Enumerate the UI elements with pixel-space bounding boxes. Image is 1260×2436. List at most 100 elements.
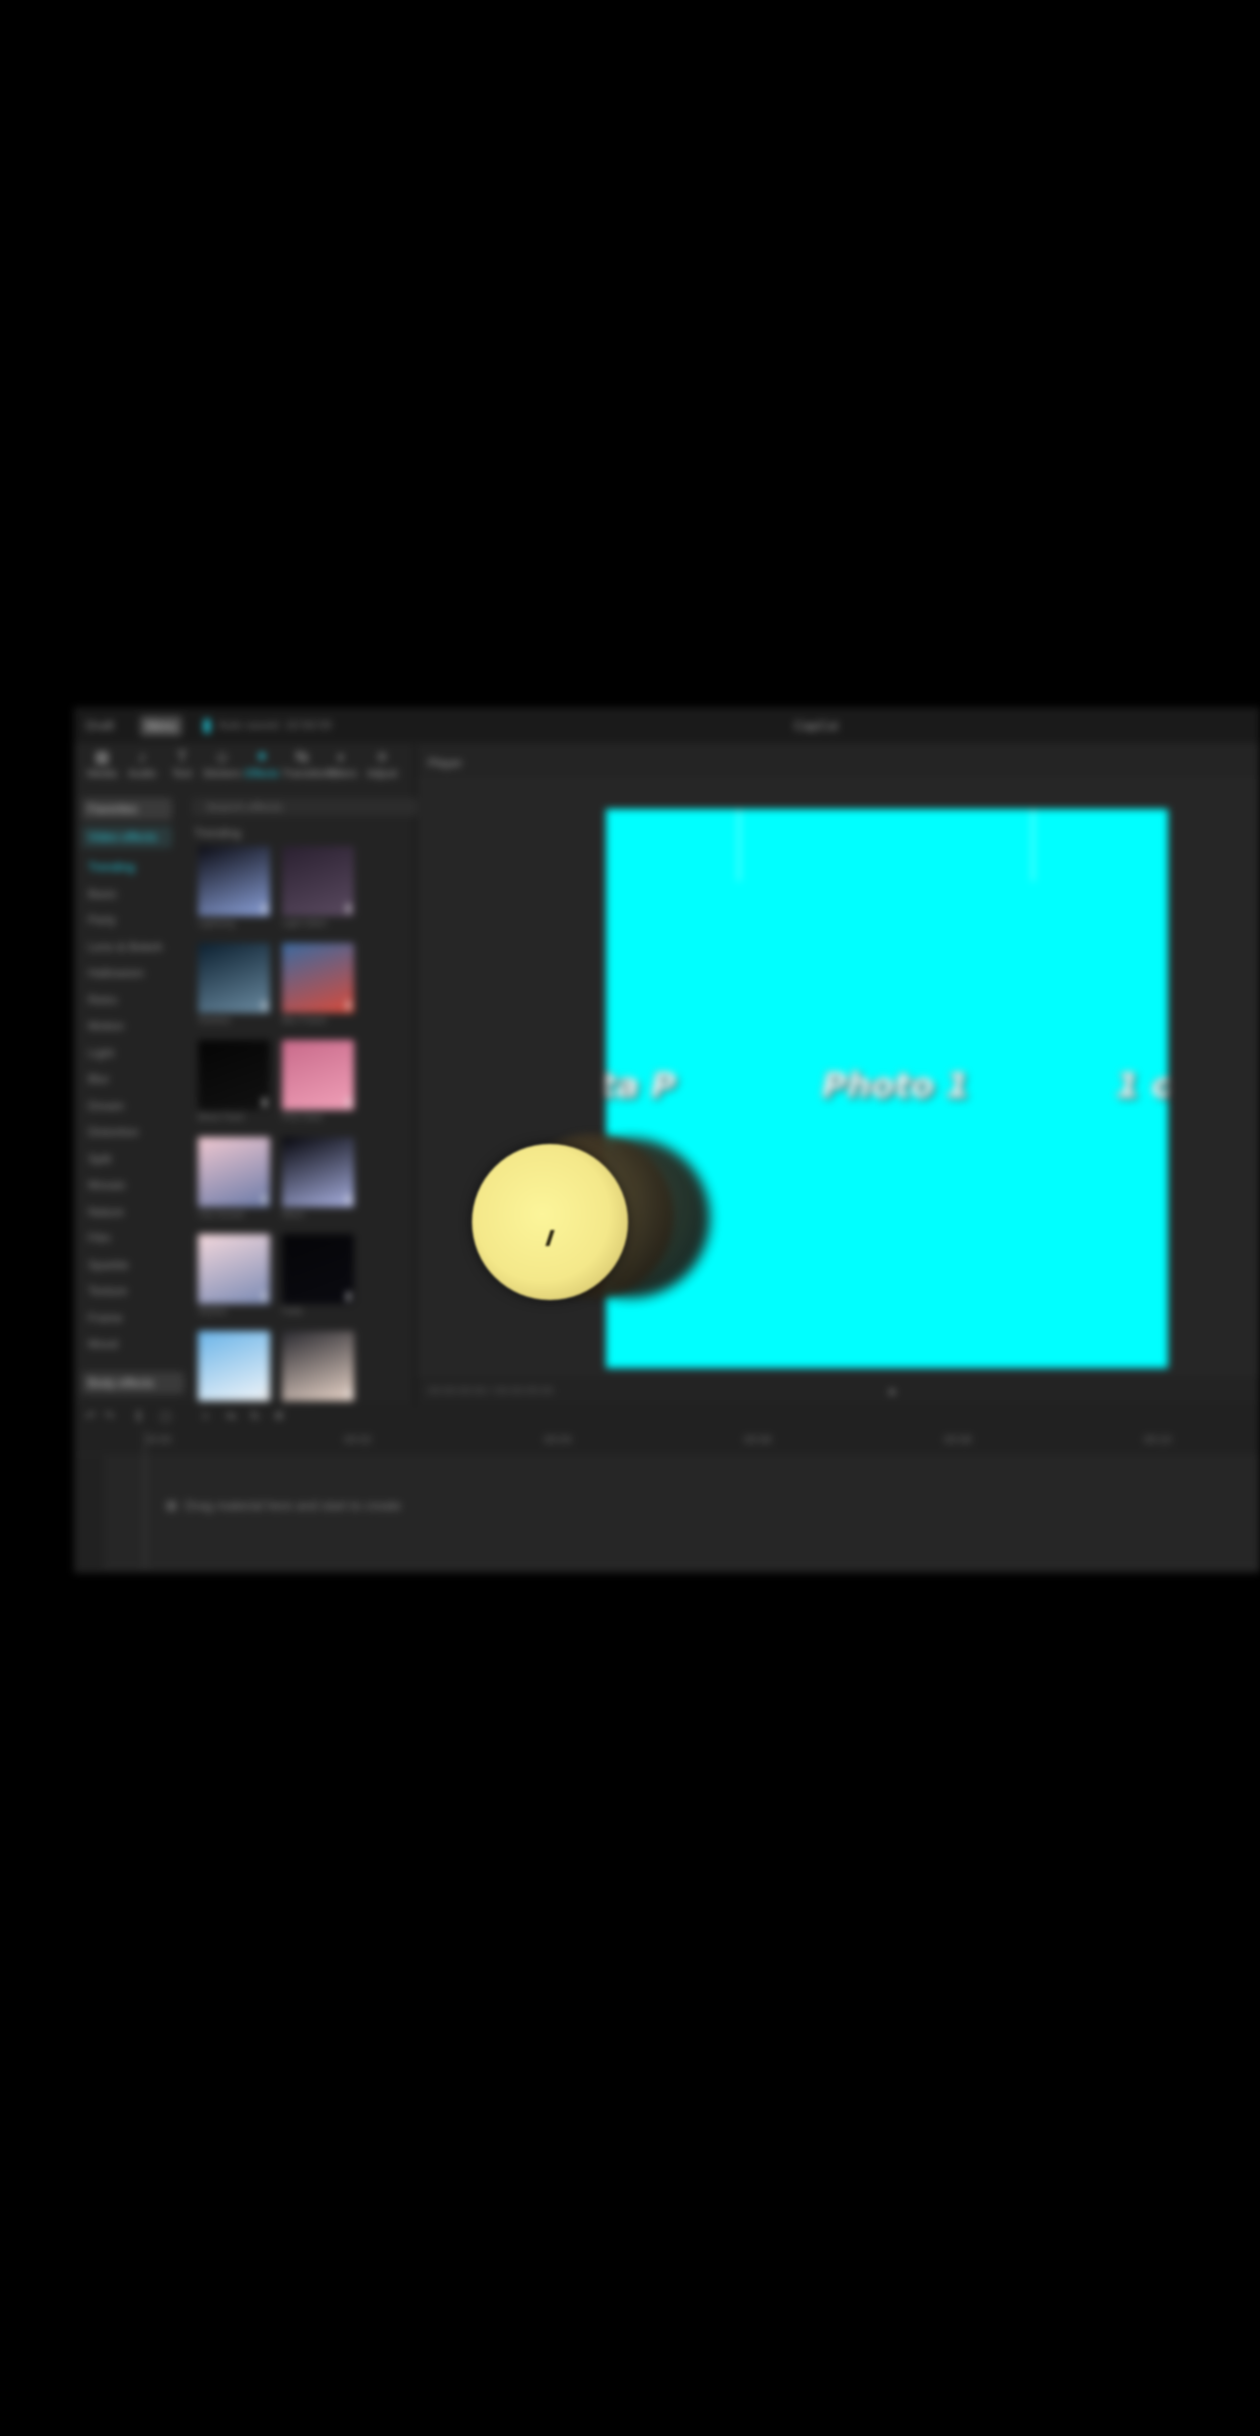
effect-caption: Light Glitch xyxy=(282,918,328,928)
playhead[interactable] xyxy=(144,1430,146,1570)
timeline-scrollbar[interactable] xyxy=(104,1564,1260,1567)
timeline-ruler[interactable]: 00:00 00:02 00:04 00:06 00:08 00:10 xyxy=(74,1428,1260,1455)
download-icon[interactable] xyxy=(347,1001,350,1010)
download-icon[interactable] xyxy=(263,1098,266,1107)
photo-label-center: Photo 1 xyxy=(822,1066,970,1106)
tab-text[interactable]: T Text xyxy=(162,748,202,788)
section-label: Trending xyxy=(194,826,241,840)
photo-label-right: 1 o xyxy=(1116,1066,1168,1106)
download-icon[interactable] xyxy=(347,1195,350,1204)
guide-line xyxy=(1032,809,1034,881)
category-item[interactable]: Frame xyxy=(82,1305,172,1332)
category-item[interactable]: Basic xyxy=(82,881,172,908)
category-item[interactable]: Texture xyxy=(82,1278,172,1305)
effect-thumbnail[interactable] xyxy=(282,1040,354,1110)
ruler-tick: 00:10 xyxy=(1144,1434,1172,1446)
effect-thumbnail[interactable] xyxy=(198,1234,270,1304)
category-item[interactable]: Split xyxy=(82,1146,172,1173)
search-input[interactable]: Search effects xyxy=(192,798,416,816)
category-item[interactable]: Blur xyxy=(82,1066,172,1093)
tab-transitions[interactable]: ⇆ Transitions xyxy=(282,748,335,788)
delete-icon[interactable]: ▢ xyxy=(160,1409,171,1423)
effect-thumbnail[interactable] xyxy=(282,846,354,916)
project-name[interactable]: Draft xyxy=(86,718,114,733)
download-icon[interactable] xyxy=(347,1098,350,1107)
category-item[interactable]: Mosaic xyxy=(82,1172,172,1199)
category-item[interactable]: Halloween xyxy=(82,960,172,987)
download-icon[interactable] xyxy=(263,1001,266,1010)
category-item[interactable]: Nature xyxy=(82,1199,172,1226)
adjust-icon: ≡ xyxy=(377,749,387,766)
timeline: ↶ ↷ ⫼ ▢ ⌗ ⇋ ↻ ❄ 00:00 00:02 00:04 00:06 … xyxy=(74,1406,1260,1573)
rotate-icon[interactable]: ↻ xyxy=(250,1409,260,1423)
tab-stickers[interactable]: ☺ Stickers xyxy=(202,748,242,788)
category-item[interactable]: Sparkle xyxy=(82,1252,172,1279)
effect-thumbnail[interactable] xyxy=(282,1137,354,1207)
effect-thumbnail[interactable] xyxy=(198,1040,270,1110)
redo-icon[interactable]: ↷ xyxy=(104,1409,114,1423)
effect-caption: Moon xyxy=(282,1209,305,1219)
touch-cursor xyxy=(470,1128,710,1308)
category-video-effects[interactable]: Video effects xyxy=(82,826,172,848)
effect-thumbnail[interactable] xyxy=(282,1234,354,1304)
download-icon[interactable] xyxy=(347,904,350,913)
menu-button[interactable]: Menu xyxy=(140,716,183,736)
effect-caption: Skyline xyxy=(198,1306,228,1316)
tab-adjust[interactable]: ≡ Adjust xyxy=(362,748,402,788)
category-item[interactable]: Party xyxy=(82,907,172,934)
category-item[interactable]: Mood xyxy=(82,1331,172,1358)
effect-thumbnail[interactable] xyxy=(198,1331,270,1401)
effects-icon: ✦ xyxy=(255,749,269,766)
category-item[interactable]: Motion xyxy=(82,1013,172,1040)
mirror-icon[interactable]: ⇋ xyxy=(226,1409,236,1423)
freeze-icon[interactable]: ❄ xyxy=(274,1409,284,1423)
category-favorites[interactable]: Favorites xyxy=(82,798,172,820)
category-body-effects[interactable]: Body effects xyxy=(82,1372,184,1394)
tab-audio[interactable]: ♪ Audio xyxy=(122,748,162,788)
download-icon[interactable] xyxy=(263,1389,266,1398)
timeline-hint-text: Drag material here and start to create xyxy=(184,1498,401,1513)
tab-media[interactable]: ▦ Media xyxy=(82,748,122,788)
download-icon[interactable] xyxy=(263,904,266,913)
autosave-icon xyxy=(204,719,210,733)
tab-label: Stickers xyxy=(202,768,242,780)
tab-label: Adjust xyxy=(366,768,398,780)
tab-effects[interactable]: ✦ Effects xyxy=(242,748,282,788)
player-label: Player xyxy=(428,756,463,770)
tab-filters[interactable]: ◐ Filters xyxy=(322,748,362,788)
tab-label: Filters xyxy=(327,768,357,780)
category-item[interactable]: Retro xyxy=(82,987,172,1014)
tab-label: Effects xyxy=(245,768,279,780)
effect-caption: Pink Glow xyxy=(282,1112,323,1122)
effect-thumbnail[interactable] xyxy=(198,1137,270,1207)
effect-thumbnail[interactable] xyxy=(198,846,270,916)
category-list: Favorites Video effects Trending Basic P… xyxy=(82,798,172,1358)
preview-footer: 00:00:00:00 / 00:00:05:00 ▸ xyxy=(416,1379,1260,1404)
category-item[interactable]: Distortion xyxy=(82,1119,172,1146)
ruler-tick: 00:04 xyxy=(544,1434,572,1446)
tab-label: Media xyxy=(87,768,117,780)
download-icon[interactable] xyxy=(263,1195,266,1204)
effect-thumbnail[interactable] xyxy=(282,943,354,1013)
play-icon[interactable]: ▸ xyxy=(890,1384,896,1398)
category-item[interactable]: Dream xyxy=(82,1093,172,1120)
effect-thumbnail[interactable] xyxy=(198,943,270,1013)
sticker-icon: ☺ xyxy=(213,749,231,766)
category-item[interactable]: Trending xyxy=(82,854,172,881)
category-item[interactable]: Lens & Bokeh xyxy=(82,934,172,961)
effect-thumbnail[interactable] xyxy=(282,1331,354,1401)
crop-icon[interactable]: ⌗ xyxy=(202,1409,209,1424)
category-item[interactable]: Film xyxy=(82,1225,172,1252)
split-icon[interactable]: ⫼ xyxy=(136,1409,142,1424)
download-icon[interactable] xyxy=(347,1389,350,1398)
tab-label: Text xyxy=(171,768,193,780)
category-item[interactable]: Light xyxy=(82,1040,172,1067)
effect-caption: City Sunset xyxy=(198,1209,245,1219)
ruler-tick: 00:06 xyxy=(744,1434,772,1446)
download-icon[interactable] xyxy=(347,1292,350,1301)
download-icon[interactable] xyxy=(263,1292,266,1301)
left-panel: ▦ Media ♪ Audio T Text ☺ Stickers ✦ Effe… xyxy=(74,744,416,1413)
undo-icon[interactable]: ↶ xyxy=(86,1409,96,1423)
titlebar: Draft Menu Auto saved: 16:58:09 CapCut xyxy=(74,709,1260,744)
ruler-tick: 00:08 xyxy=(944,1434,972,1446)
